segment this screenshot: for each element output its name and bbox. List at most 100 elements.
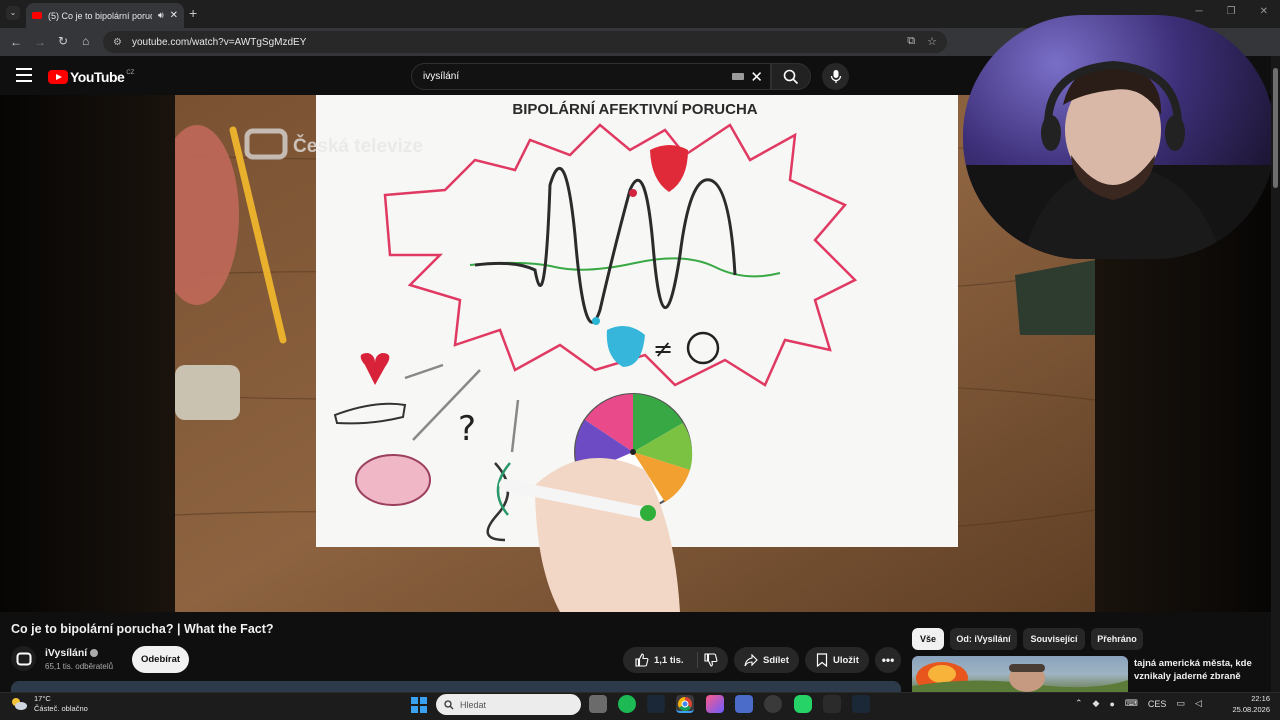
spotify-icon[interactable] <box>618 695 636 713</box>
save-label: Uložit <box>833 654 859 666</box>
taskbar-search-placeholder: Hledat <box>460 699 487 710</box>
board-heading: BIPOLÁRNÍ AFEKTIVNÍ PORUCHA <box>512 101 757 118</box>
task-view-icon[interactable] <box>589 695 607 713</box>
dropbox-icon[interactable]: ◆ <box>1093 698 1100 709</box>
svg-text:≠: ≠ <box>653 335 673 363</box>
subscribe-button[interactable]: Odebírat <box>132 646 189 673</box>
voice-search-button[interactable] <box>822 63 849 90</box>
thumbnail-image <box>912 662 1128 692</box>
bookmark-star-icon[interactable]: ☆ <box>927 35 937 48</box>
start-button[interactable] <box>411 697 427 713</box>
description-box[interactable] <box>11 681 901 692</box>
audio-playing-icon[interactable]: 🔊︎ <box>158 10 164 21</box>
like-count: 1,1 tis. <box>654 654 684 666</box>
window-controls: ─ ❐ ✕ <box>1196 6 1268 17</box>
video-title: Co je to bipolární porucha? | What the F… <box>11 622 274 636</box>
volume-icon[interactable]: ◁ <box>1195 698 1202 709</box>
new-tab-button[interactable]: + <box>189 5 197 21</box>
ct-logo-icon <box>16 652 31 665</box>
youtube-wordmark: YouTube <box>70 69 125 85</box>
search-button[interactable] <box>771 63 811 90</box>
epic-games-icon[interactable] <box>823 695 841 713</box>
browser-tab[interactable]: (5) Co je to bipolární poruc 🔊︎ ✕ <box>26 3 184 28</box>
forward-icon[interactable]: → <box>34 35 46 49</box>
thumbs-up-icon <box>635 653 649 667</box>
clear-search-icon[interactable]: ✕ <box>750 68 763 86</box>
streamer-webcam-image <box>963 60 1275 259</box>
whatsapp-icon[interactable] <box>794 695 812 713</box>
taskbar-search-icon <box>444 699 454 709</box>
save-app-icon[interactable] <box>735 695 753 713</box>
taskbar-search-input[interactable]: Hledat <box>436 694 581 715</box>
chip-watched[interactable]: Přehráno <box>1091 628 1143 650</box>
reload-icon[interactable]: ↻ <box>58 34 68 48</box>
youtube-favicon-icon <box>32 12 42 19</box>
chip-from-channel[interactable]: Od: iVysílání <box>950 628 1017 650</box>
keyboard-tray-icon[interactable]: ⌨ <box>1125 698 1138 709</box>
youtube-logo[interactable]: YouTube CZ <box>48 69 134 85</box>
verified-icon <box>90 649 99 657</box>
tab-search-button[interactable]: ⌄ <box>6 6 20 20</box>
recommended-video-thumbnail[interactable] <box>912 656 1128 692</box>
back-icon[interactable]: ← <box>10 35 22 49</box>
discord-icon[interactable] <box>764 695 782 713</box>
steam-client-icon[interactable] <box>852 695 870 713</box>
weather-widget[interactable]: 17°C Částeč. oblačno <box>10 694 88 714</box>
tab-title: (5) Co je to bipolární poruc <box>48 10 152 21</box>
microphone-icon <box>830 70 841 83</box>
recommended-video-title[interactable]: tajná americká města, kde vznikaly jader… <box>1134 657 1264 683</box>
minimize-icon[interactable]: ─ <box>1196 6 1203 17</box>
weather-description: Částeč. oblačno <box>34 704 88 713</box>
like-button[interactable]: 1,1 tis. <box>623 652 698 668</box>
share-button[interactable]: Sdílet <box>734 647 799 673</box>
close-window-icon[interactable]: ✕ <box>1260 6 1268 17</box>
cast-icon[interactable]: ⧉ <box>907 35 915 48</box>
chip-related[interactable]: Související <box>1023 628 1085 650</box>
search-icon <box>783 69 799 84</box>
home-icon[interactable]: ⌂ <box>82 34 89 48</box>
partly-cloudy-icon <box>12 698 27 710</box>
address-url: youtube.com/watch?v=AWTgSgMzdEY <box>131 36 307 48</box>
dislike-button[interactable] <box>698 653 728 667</box>
chip-all[interactable]: Vše <box>912 628 944 650</box>
more-actions-icon[interactable]: ••• <box>875 647 901 673</box>
weather-temperature: 17°C <box>34 694 51 703</box>
photos-app-icon[interactable] <box>706 695 724 713</box>
webcam-overlay <box>963 15 1275 259</box>
save-button[interactable]: Uložit <box>805 647 869 673</box>
search-query: ivysílání <box>423 71 460 82</box>
video-pillarbox-left <box>0 95 175 612</box>
network-icon[interactable]: ▭ <box>1176 698 1185 709</box>
chrome-icon[interactable] <box>676 695 694 713</box>
keyboard-icon[interactable] <box>732 73 744 80</box>
site-info-icon[interactable]: ⚙ <box>113 37 122 48</box>
input-language[interactable]: CES <box>1148 699 1167 709</box>
region-code: CZ <box>126 70 135 76</box>
taskbar-clock[interactable]: 22:16 25.08.2026 <box>1226 693 1270 715</box>
share-label: Sdílet <box>763 654 789 666</box>
like-dislike-group: 1,1 tis. <box>623 647 728 673</box>
clock-date: 25.08.2026 <box>1232 705 1270 714</box>
tray-overflow-icon[interactable]: ⌃ <box>1075 698 1083 709</box>
subscriber-count: 65,1 tis. odběratelů <box>45 662 114 671</box>
system-tray: ⌃ ◆ ● ⌨ CES ▭ ◁ <box>1075 698 1202 709</box>
address-bar[interactable]: ⚙ youtube.com/watch?v=AWTgSgMzdEY ⧉ ☆ <box>103 31 947 53</box>
video-frame: Česká televize BIPOLÁRNÍ AFEKTIVNÍ PORUC… <box>175 95 1095 612</box>
clock-time: 22:16 <box>1251 694 1270 703</box>
bookmark-icon <box>816 653 828 667</box>
scrollbar-thumb[interactable] <box>1273 68 1278 188</box>
maximize-icon[interactable]: ❐ <box>1227 6 1236 17</box>
steam-icon[interactable] <box>647 695 665 713</box>
thumbs-down-icon <box>703 653 717 667</box>
menu-icon[interactable] <box>16 68 32 82</box>
mic-tray-icon[interactable]: ● <box>1109 699 1114 709</box>
channel-name-text: iVysílání <box>45 647 88 659</box>
channel-avatar[interactable] <box>11 646 36 671</box>
tab-close-icon[interactable]: ✕ <box>170 10 178 21</box>
channel-name[interactable]: iVysílání <box>45 647 99 659</box>
chrome-logo-icon <box>678 697 692 711</box>
youtube-play-icon <box>48 70 68 84</box>
svg-text:?: ? <box>458 409 476 449</box>
share-icon <box>744 653 758 666</box>
search-input[interactable]: ivysílání ✕ <box>411 63 771 90</box>
